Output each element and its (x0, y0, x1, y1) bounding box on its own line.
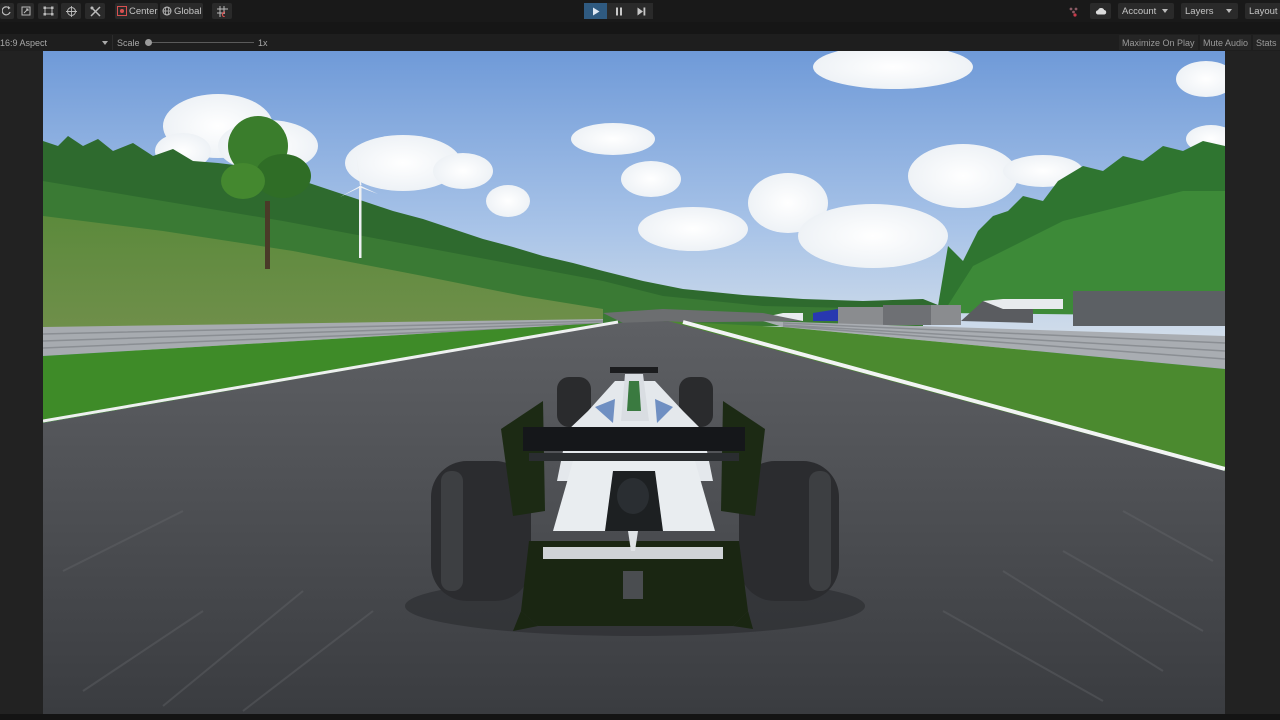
chevron-down-icon (102, 41, 108, 45)
maximize-on-play-toggle[interactable]: Maximize On Play (1119, 35, 1198, 50)
game-view-header: 16:9 Aspect Scale 1x Maximize On Play Mu… (0, 34, 1280, 51)
transform-tool-button[interactable] (61, 3, 81, 19)
toolbar-separator (0, 22, 1280, 34)
account-label: Account (1122, 5, 1157, 17)
layers-label: Layers (1185, 5, 1214, 17)
account-dropdown[interactable]: Account (1118, 3, 1174, 19)
layers-dropdown[interactable]: Layers (1181, 3, 1238, 19)
transform-icon (65, 5, 77, 17)
play-button[interactable] (584, 3, 607, 19)
grid-snap-button[interactable] (212, 3, 232, 19)
custom-tool-button[interactable] (85, 3, 105, 19)
cloud-icon (1095, 7, 1106, 15)
scale-icon (21, 6, 30, 16)
aspect-label: 16:9 Aspect (0, 37, 48, 48)
globe-icon (162, 6, 172, 16)
pivot-center-icon (117, 6, 127, 16)
rotate-tool-button[interactable] (0, 3, 14, 19)
play-controls (584, 3, 653, 19)
rotate-icon (2, 6, 11, 16)
step-icon (637, 7, 646, 15)
stats-toggle[interactable]: Stats (1253, 35, 1280, 50)
rect-tool-button[interactable] (38, 3, 58, 19)
collab-button[interactable] (1063, 3, 1083, 19)
game-viewport[interactable] (43, 51, 1225, 714)
bottom-bar (0, 714, 1280, 720)
pivot-rotation-label: Global (174, 5, 202, 17)
pivot-rotation-button[interactable]: Global (160, 3, 203, 19)
scale-slider-handle[interactable] (145, 39, 152, 46)
step-button[interactable] (630, 3, 653, 19)
scale-tool-button[interactable] (17, 3, 34, 19)
pause-icon (615, 7, 622, 15)
grid-snap-icon (216, 5, 228, 17)
mute-audio-toggle[interactable]: Mute Audio (1200, 35, 1252, 50)
aspect-dropdown[interactable]: 16:9 Aspect (0, 34, 112, 51)
layout-dropdown[interactable]: Layout (1245, 3, 1280, 19)
collab-icon (1069, 7, 1077, 17)
pivot-mode-label: Center (129, 5, 158, 17)
scale-slider-track[interactable] (148, 42, 254, 43)
pause-button[interactable] (607, 3, 630, 19)
scale-value: 1x (258, 37, 268, 48)
chevron-down-icon (1226, 9, 1232, 13)
rect-transform-icon (43, 6, 53, 16)
layout-label: Layout (1249, 5, 1278, 17)
mute-audio-label: Mute Audio (1203, 37, 1249, 48)
cloud-button[interactable] (1090, 3, 1111, 19)
game-scene (43, 51, 1225, 714)
pivot-mode-button[interactable]: Center (115, 3, 158, 19)
chevron-down-icon (1162, 9, 1168, 13)
header-divider (112, 35, 113, 50)
main-toolbar: Center Global Account Layers Layout (0, 0, 1280, 22)
play-icon (592, 7, 599, 15)
tools-icon (89, 5, 101, 17)
maximize-on-play-label: Maximize On Play (1122, 37, 1195, 48)
letterbox-left (0, 51, 43, 714)
letterbox-right (1225, 51, 1280, 714)
stats-label: Stats (1256, 37, 1277, 48)
scale-label: Scale (117, 37, 140, 48)
